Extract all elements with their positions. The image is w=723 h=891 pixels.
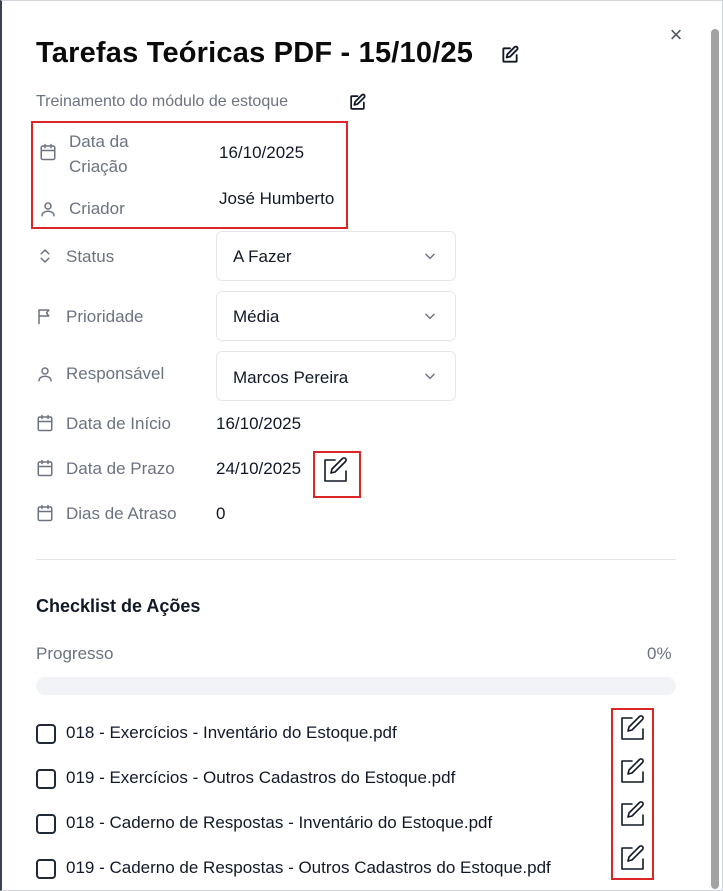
priority-value: Média [233,307,280,326]
calendar-icon [37,459,53,477]
created-date-label-line1: Data da [69,132,129,151]
chevron-down-icon [425,253,435,260]
calendar-icon [40,143,56,161]
edit-description-icon[interactable] [348,93,367,112]
task-description: Treinamento do módulo de estoque [36,93,289,110]
progress-bar [36,677,676,695]
user-icon [38,367,52,382]
checklist-checkbox[interactable] [36,859,56,879]
due-date-label: Data de Prazo [66,459,175,478]
edit-checklist-item-icon[interactable] [619,800,647,828]
creator-value: José Humberto [219,189,335,208]
checklist-item-text: 019 - Exercícios - Outros Cadastros do E… [66,768,456,787]
close-icon[interactable]: × [664,23,688,47]
assignee-label: Responsável [66,364,165,383]
due-date-value: 24/10/2025 [216,459,302,478]
progress-percent: 0% [647,644,672,663]
checklist-checkbox[interactable] [36,814,56,834]
calendar-icon [37,504,53,522]
priority-label: Prioridade [66,307,144,326]
delay-days-value: 0 [216,504,226,523]
edit-checklist-item-icon[interactable] [619,714,647,742]
edit-checklist-item-icon[interactable] [619,844,647,872]
created-date-label-line2: Criação [69,157,128,176]
assignee-value: Marcos Pereira [233,368,349,387]
checklist-item-text: 018 - Exercícios - Inventário do Estoque… [66,723,397,742]
assignee-select[interactable]: Marcos Pereira [216,351,456,401]
checklist-title: Checklist de Ações [36,596,201,616]
scrollbar[interactable] [710,23,720,889]
checklist-item-text: 018 - Caderno de Respostas - Inventário … [66,813,493,832]
start-date-label: Data de Início [66,414,171,433]
checklist-checkbox[interactable] [36,769,56,789]
status-label: Status [66,247,115,266]
user-icon [41,202,55,217]
scrollbar-thumb[interactable] [711,29,719,889]
progress-label: Progresso [36,644,114,663]
checklist-item-text: 019 - Caderno de Respostas - Outros Cada… [66,858,551,877]
created-date-value: 16/10/2025 [219,143,305,162]
edit-due-date-icon[interactable] [322,456,350,484]
task-modal: × Tarefas Teóricas PDF - 15/10/25 Treina… [0,0,723,891]
section-divider [36,559,676,560]
chevrons-up-down-icon [40,249,50,263]
chevron-down-icon [425,313,435,320]
edit-checklist-item-icon[interactable] [619,757,647,785]
chevron-down-icon [425,373,435,380]
checklist-checkbox[interactable] [36,724,56,744]
status-value: A Fazer [233,247,292,266]
start-date-value: 16/10/2025 [216,414,302,433]
calendar-icon [37,414,53,432]
edit-title-icon[interactable] [500,45,520,65]
created-date-label: Data da Criação [69,129,129,179]
status-select[interactable]: A Fazer [216,231,456,281]
creator-label: Criador [69,199,125,218]
flag-icon [38,309,50,325]
priority-select[interactable]: Média [216,291,456,341]
delay-days-label: Dias de Atraso [66,504,177,523]
task-title: Tarefas Teóricas PDF - 15/10/25 [36,37,474,69]
